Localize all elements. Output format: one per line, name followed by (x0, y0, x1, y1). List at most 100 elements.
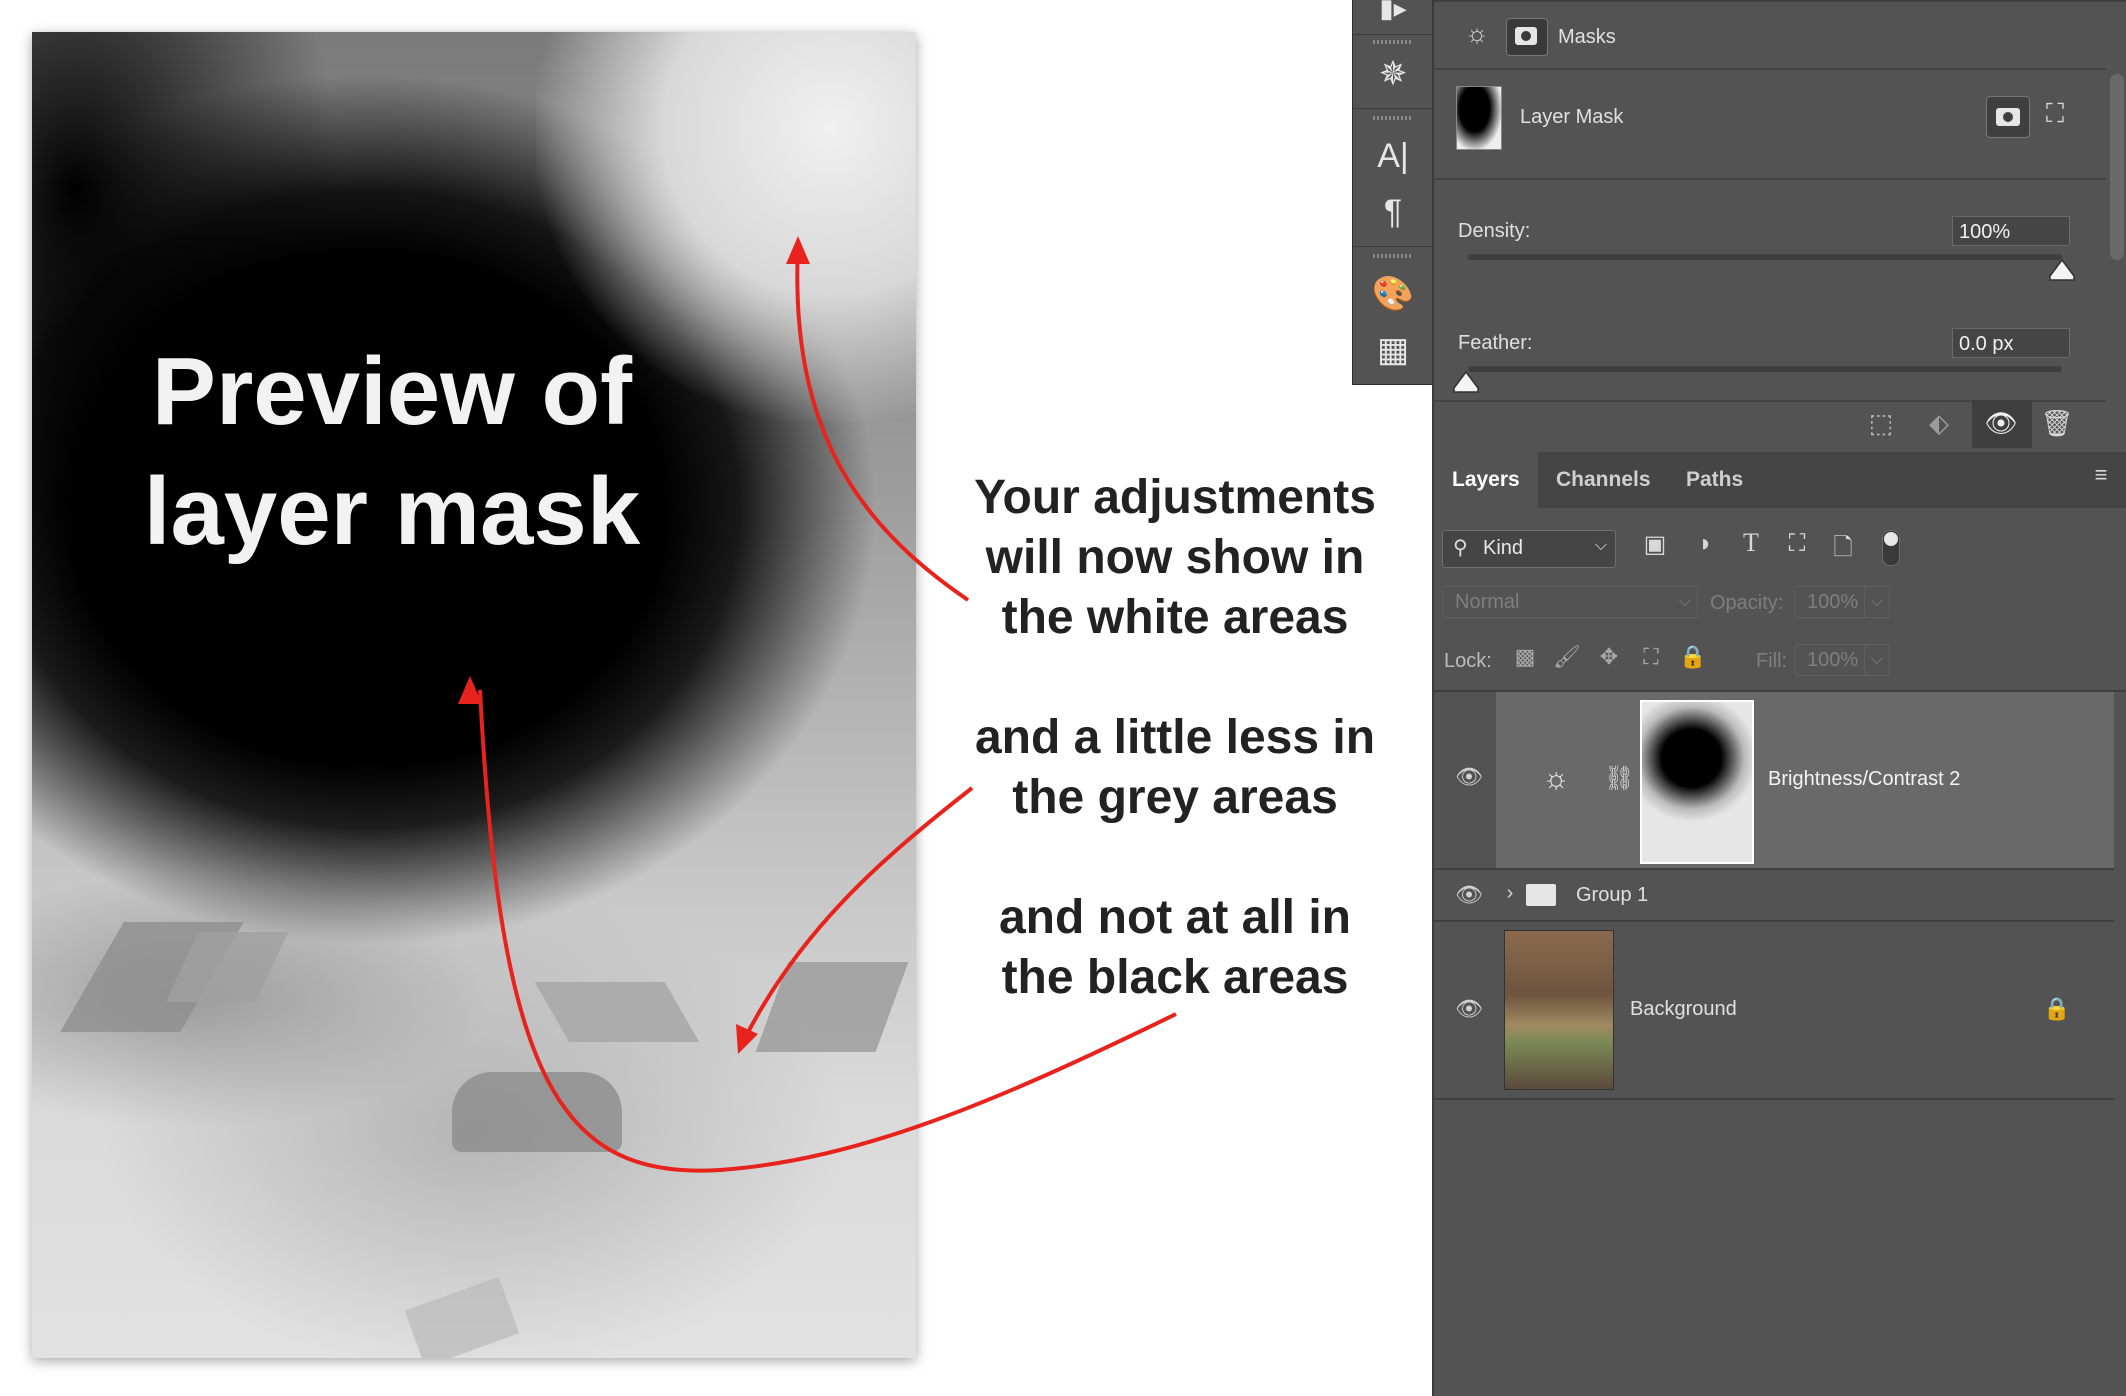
folder-icon (1526, 884, 1556, 906)
eye-icon: 👁 (1984, 408, 2018, 438)
lock-icon: 🔒 (2043, 996, 2071, 1021)
background-thumbnail[interactable] (1504, 930, 1614, 1090)
preview-title: Preview of layer mask (32, 332, 752, 572)
lock-artboard-icon[interactable]: ⛶ (1636, 644, 1666, 670)
tab-layers[interactable]: Layers (1434, 452, 1538, 508)
navigator-icon[interactable]: ✵ (1371, 52, 1415, 96)
top-divider (1434, 0, 2126, 2)
filter-adjustment-icon[interactable]: ◑ (1686, 530, 1720, 558)
visibility-eye-icon[interactable]: 👁 (1454, 764, 1484, 794)
layer-row-brightness-contrast[interactable]: 👁 ☼ ⛓ Brightness/Contrast 2 (1434, 692, 2114, 870)
add-pixel-mask-button[interactable] (1986, 96, 2030, 138)
paragraph-icon[interactable]: ¶ (1371, 190, 1415, 234)
lock-all-icon[interactable]: 🔒 (1678, 644, 1708, 670)
lock-position-icon[interactable]: ✥ (1594, 644, 1624, 670)
load-selection-icon[interactable]: ⬚ (1864, 408, 1898, 439)
panel-menu-icon[interactable]: ≡ (2086, 462, 2116, 488)
annotation-black-areas: and not at all in the black areas (940, 888, 1410, 1008)
mask-mode-button[interactable] (1506, 18, 1548, 56)
brightness-contrast-icon: ☼ (1542, 762, 1570, 795)
filter-smart-object-icon[interactable]: 🗋 (1826, 530, 1860, 571)
lock-label: Lock: (1444, 650, 1492, 672)
density-field[interactable]: 100% (1952, 216, 2070, 246)
chevron-down-icon: ⌵ (1863, 645, 1883, 675)
layer-row-background[interactable]: 👁 Background 🔒 (1434, 922, 2114, 1100)
properties-and-layers-panel: ☼ Masks Layer Mask ⛶ Density: 100% Feath… (1432, 0, 2126, 1396)
fill-value: 100% (1807, 649, 1859, 671)
mask-link-icon[interactable]: ⛓ (1604, 764, 1634, 793)
density-slider-thumb[interactable] (2048, 258, 2076, 282)
panel-icon-dock: ▮▸ ✵ A| ¶ 🎨 ▦ (1352, 0, 1434, 385)
pixel-mask-icon (1996, 108, 2020, 126)
filter-pixel-icon[interactable]: ▣ (1638, 530, 1672, 559)
annotation-line: and a little less in (974, 711, 1376, 764)
mask-shape (534, 982, 700, 1042)
dock-separator (1353, 34, 1433, 35)
mask-shape (452, 1072, 622, 1152)
dock-grip[interactable] (1373, 116, 1413, 120)
lock-transparency-icon[interactable]: ▩ (1510, 644, 1540, 670)
tab-paths[interactable]: Paths (1668, 452, 1761, 508)
dock-grip[interactable] (1373, 254, 1413, 258)
blend-mode-select[interactable]: Normal ⌵ (1442, 586, 1698, 618)
annotation-line: Your adjustments (974, 471, 1376, 524)
annotation-line: the grey areas (1012, 771, 1338, 824)
filter-type-icon[interactable]: T (1734, 528, 1768, 558)
chevron-right-icon[interactable]: › (1500, 882, 1520, 905)
add-vector-mask-icon[interactable]: ⛶ (2038, 98, 2072, 130)
mask-icon (1515, 27, 1537, 45)
filter-kind-select[interactable]: ⚲ Kind ⌵ (1442, 530, 1616, 568)
mask-shape (755, 962, 909, 1052)
delete-mask-icon[interactable]: 🗑 (2040, 408, 2074, 439)
filter-toggle[interactable] (1882, 530, 1900, 566)
feather-slider-thumb[interactable] (1452, 370, 1480, 394)
grid-icon[interactable]: ▦ (1371, 328, 1415, 372)
properties-icon[interactable]: ▮▸ (1371, 0, 1415, 30)
filter-kind-value: Kind (1483, 537, 1524, 559)
blend-mode-value: Normal (1455, 591, 1520, 613)
layer-mask-thumbnail[interactable] (1640, 700, 1754, 864)
dock-separator (1353, 246, 1433, 247)
layer-row-group-1[interactable]: 👁 › Group 1 (1434, 870, 2114, 922)
layer-name: Background (1630, 998, 1737, 1020)
opacity-label: Opacity: (1710, 592, 1784, 614)
properties-tab-label: Masks (1558, 26, 1616, 48)
annotation-line: the white areas (1001, 591, 1349, 644)
preview-title-line2: layer mask (143, 458, 641, 565)
opacity-value: 100% (1807, 591, 1859, 613)
lock-image-pixels-icon[interactable]: 🖌 (1552, 644, 1582, 670)
divider (1434, 178, 2106, 180)
layer-name: Brightness/Contrast 2 (1768, 768, 1961, 790)
apply-mask-icon[interactable]: ⬖ (1922, 408, 1956, 439)
layer-name: Group 1 (1576, 884, 1649, 906)
density-label: Density: (1458, 220, 1531, 242)
annotation-grey-areas: and a little less in the grey areas (940, 708, 1410, 828)
chevron-down-icon: ⌵ (1594, 537, 1607, 554)
properties-scrollbar[interactable] (2110, 74, 2124, 260)
feather-field[interactable]: 0.0 px (1952, 328, 2070, 358)
visibility-eye-icon[interactable]: 👁 (1454, 882, 1484, 912)
dock-grip[interactable] (1373, 40, 1413, 44)
swatches-icon[interactable]: 🎨 (1371, 272, 1415, 316)
visibility-eye-icon[interactable]: 👁 (1454, 996, 1484, 1026)
preview-title-line1: Preview of (151, 338, 633, 445)
brightness-adjustment-icon[interactable]: ☼ (1460, 18, 1494, 49)
opacity-field[interactable]: 100% ⌵ (1794, 586, 1890, 618)
annotation-line: the black areas (1001, 951, 1349, 1004)
density-slider[interactable] (1468, 254, 2062, 260)
character-icon[interactable]: A| (1371, 134, 1415, 178)
mask-shape (404, 1276, 520, 1358)
layer-mask-preview-canvas: Preview of layer mask (32, 32, 916, 1358)
filter-shape-icon[interactable]: ⛶ (1780, 530, 1814, 558)
search-icon: ⚲ (1453, 537, 1468, 559)
annotation-white-areas: Your adjustments will now show in the wh… (940, 468, 1410, 648)
feather-slider[interactable] (1468, 366, 2062, 372)
annotation-line: and not at all in (998, 891, 1351, 944)
tab-channels[interactable]: Channels (1538, 452, 1669, 508)
divider (1434, 68, 2106, 70)
mask-thumbnail[interactable] (1456, 86, 1502, 150)
chevron-down-icon: ⌵ (1678, 593, 1691, 610)
chevron-down-icon: ⌵ (1863, 587, 1883, 617)
fill-label: Fill: (1756, 650, 1788, 672)
fill-field[interactable]: 100% ⌵ (1794, 644, 1890, 676)
